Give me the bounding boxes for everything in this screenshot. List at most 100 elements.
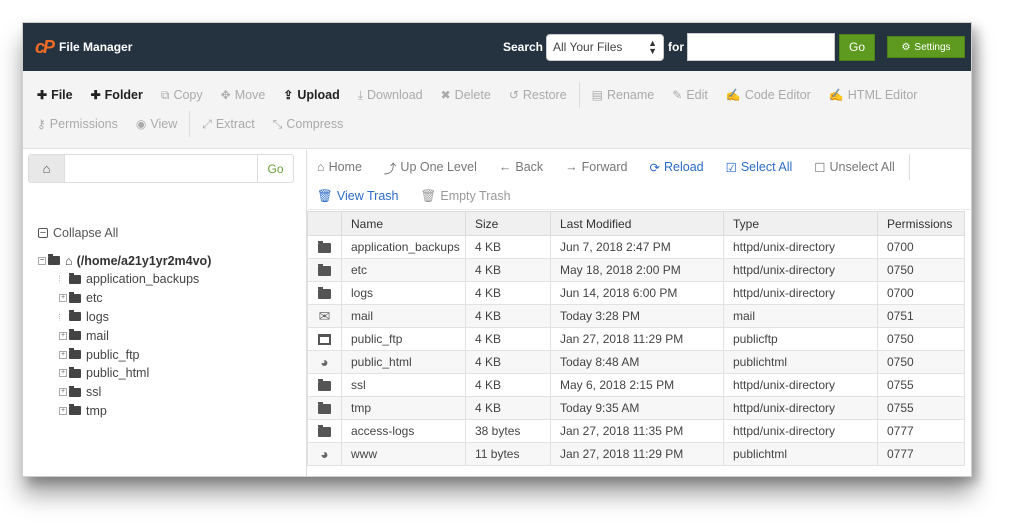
file-permissions: 0777	[877, 442, 965, 466]
column-header-size[interactable]: Size	[465, 211, 551, 236]
table-row[interactable]: ssl 4 KB May 6, 2018 2:15 PM httpd/unix-dir…	[307, 373, 965, 397]
view-trash-button[interactable]: 🗑 View Trash	[317, 189, 398, 204]
tree-item-ssl[interactable]: + ssl	[38, 383, 211, 402]
restore-button[interactable]: ↺ Restore	[509, 88, 567, 102]
back-label: Back	[515, 160, 544, 174]
compress-label: Compress	[286, 117, 344, 131]
table-row[interactable]: ✉ mail 4 KB Today 3:28 PM mail 0751	[307, 304, 965, 328]
file-button[interactable]: ✚ File	[37, 88, 73, 102]
html-editor-button[interactable]: ✍ HTML Editor	[829, 88, 918, 102]
folder-icon	[69, 272, 81, 284]
column-header-name[interactable]: Name	[341, 211, 466, 236]
tree-item-logs[interactable]: logs	[38, 308, 211, 327]
move-button[interactable]: ✥ Move	[221, 88, 266, 102]
expand-toggle-icon[interactable]: +	[59, 294, 67, 303]
download-button[interactable]: ⤓ Download	[358, 88, 423, 103]
folder-icon	[69, 348, 81, 360]
file-name: tmp	[341, 396, 466, 420]
file-size: 11 bytes	[465, 442, 551, 466]
tree-item-public-ftp[interactable]: + public_ftp	[38, 345, 211, 364]
extract-button[interactable]: ⤢ Extract	[202, 117, 255, 132]
table-row[interactable]: public_ftp 4 KB Jan 27, 2018 11:29 PM publi…	[307, 327, 965, 351]
file-type: publicftp	[723, 327, 878, 351]
table-row[interactable]: tmp 4 KB Today 9:35 AM httpd/unix-directory…	[307, 396, 965, 420]
collapse-all-button[interactable]: − Collapse All	[38, 226, 118, 240]
folder-button[interactable]: ✚ Folder	[91, 88, 143, 102]
row-icon-cell: ◕	[307, 350, 342, 374]
compress-button[interactable]: ⤡ Compress	[273, 117, 344, 132]
expand-toggle-icon[interactable]: +	[59, 331, 67, 340]
file-modified: Jan 27, 2018 11:29 PM	[550, 327, 724, 351]
reload-button[interactable]: ⟳ Reload	[650, 160, 704, 175]
code-editor-button[interactable]: ✍ Code Editor	[726, 88, 811, 102]
expand-toggle-icon[interactable]: +	[59, 369, 67, 378]
plus-icon: ✚	[90, 88, 101, 102]
download-icon: ⤓	[357, 87, 364, 102]
rename-button[interactable]: ▤ Rename	[592, 88, 655, 102]
empty-trash-button[interactable]: 🗑 Empty Trash	[420, 189, 510, 204]
tree-item-tmp[interactable]: + tmp	[38, 402, 211, 421]
table-row[interactable]: logs 4 KB Jun 14, 2018 6:00 PM httpd/unix-d…	[307, 281, 965, 305]
select-all-label: Select All	[740, 160, 793, 174]
table-row[interactable]: ◕ public_html 4 KB Today 8:48 AM publichtml 0…	[307, 350, 965, 374]
home-icon[interactable]: ⌂	[29, 155, 65, 182]
column-header-permissions[interactable]: Permissions	[877, 211, 965, 236]
expand-toggle-icon[interactable]: +	[59, 350, 67, 359]
nav-separator	[908, 154, 910, 180]
column-header-icon[interactable]	[307, 211, 342, 236]
expand-toggle-icon[interactable]: +	[59, 406, 67, 415]
search-input[interactable]	[687, 33, 835, 61]
column-header-last-modified[interactable]: Last Modified	[550, 211, 724, 236]
settings-button[interactable]: ⚙ Settings	[887, 36, 965, 58]
collapse-toggle-icon[interactable]: −	[38, 256, 46, 265]
back-button[interactable]: ← Back	[499, 160, 543, 174]
file-name: ssl	[341, 373, 466, 397]
path-go-button[interactable]: Go	[257, 155, 293, 182]
file-type: publichtml	[723, 442, 878, 466]
table-row[interactable]: etc 4 KB May 18, 2018 2:00 PM httpd/unix-di…	[307, 258, 965, 282]
folder-icon	[69, 329, 81, 341]
directory-tree: − ⌂ (/home/a21y1yr2m4vo) application_bac…	[38, 251, 211, 420]
file-size: 4 KB	[465, 396, 551, 420]
edit-button[interactable]: ✎ Edit	[672, 88, 708, 102]
file-size: 4 KB	[465, 235, 551, 259]
home-button[interactable]: ⌂ Home	[317, 160, 362, 174]
path-bar: ⌂ Go	[28, 154, 294, 183]
table-row[interactable]: access-logs 38 bytes Jan 27, 2018 11:35 PM…	[307, 419, 965, 443]
up-one-level-button[interactable]: ⤴ Up One Level	[384, 158, 477, 177]
tree-item-public-html[interactable]: + public_html	[38, 364, 211, 383]
delete-label: Delete	[454, 88, 491, 102]
path-input[interactable]	[65, 155, 257, 182]
file-permissions: 0750	[877, 350, 965, 374]
table-row[interactable]: ◕ www 11 bytes Jan 27, 2018 11:29 PM publich…	[307, 442, 965, 466]
folder-icon	[69, 404, 81, 416]
tree-item-mail[interactable]: + mail	[38, 326, 211, 345]
brand[interactable]: cP File Manager	[35, 37, 132, 58]
upload-button[interactable]: ⇪ Upload	[283, 88, 339, 102]
file-permissions: 0750	[877, 327, 965, 351]
table-row[interactable]: application_backups 4 KB Jun 7, 2018 2:47 …	[307, 235, 965, 259]
move-icon: ✥	[220, 88, 231, 102]
copy-button[interactable]: ⧉ Copy	[161, 88, 203, 103]
unselect-all-button[interactable]: ☐ Unselect All	[814, 160, 895, 175]
search-go-button[interactable]: Go	[839, 33, 875, 61]
tree-root[interactable]: − ⌂ (/home/a21y1yr2m4vo)	[38, 251, 211, 270]
expand-toggle-icon[interactable]: +	[59, 388, 67, 397]
view-button[interactable]: ◉ View	[136, 117, 177, 131]
tree-item-label: ssl	[86, 385, 102, 400]
file-size: 4 KB	[465, 304, 551, 328]
file-size: 4 KB	[465, 258, 551, 282]
delete-button[interactable]: ✖ Delete	[441, 88, 491, 102]
search-scope-select[interactable]: All Your Files ▲ ▼	[546, 33, 664, 61]
tree-item-application-backups[interactable]: application_backups	[38, 270, 211, 289]
level-up-icon: ⤴	[383, 161, 397, 176]
permissions-button[interactable]: ⚷ Permissions	[37, 117, 118, 131]
folder-icon	[318, 286, 331, 299]
select-all-button[interactable]: ☑ Select All	[726, 160, 793, 175]
forward-button[interactable]: → Forward	[565, 160, 627, 174]
file-permissions: 0777	[877, 419, 965, 443]
search-label: Search	[502, 40, 543, 54]
column-header-type[interactable]: Type	[723, 211, 878, 236]
tree-item-label: public_html	[86, 366, 150, 381]
tree-item-etc[interactable]: + etc	[38, 289, 211, 308]
